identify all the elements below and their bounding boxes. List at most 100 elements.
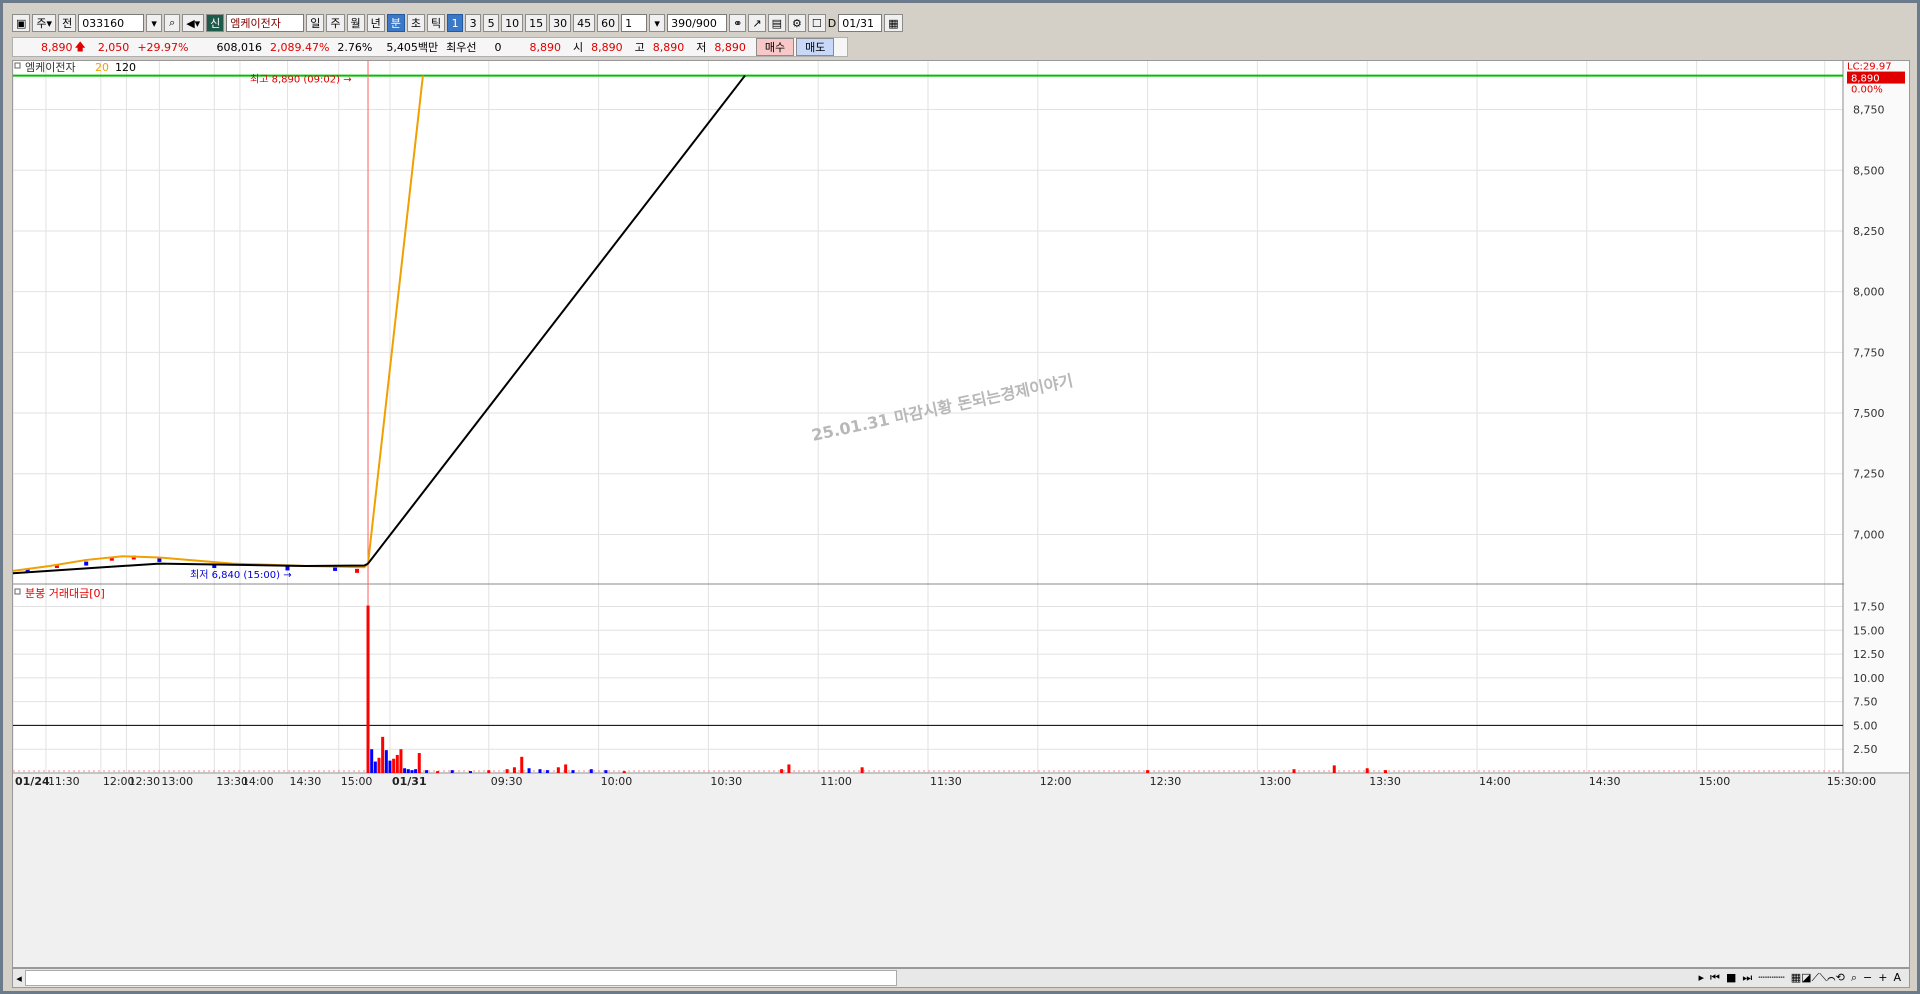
quote-low-label: 저 — [696, 41, 707, 54]
vol-panel-icon — [14, 588, 21, 595]
minute-30[interactable]: 30 — [549, 14, 572, 32]
stop-icon[interactable]: ■ — [1726, 971, 1736, 985]
quote-current: 8,890 — [529, 40, 561, 54]
minute-1[interactable]: 1 — [447, 14, 464, 32]
interval-input[interactable]: 1 — [621, 14, 648, 32]
vol-tick-6: 2.50 — [1853, 743, 1878, 756]
speaker-icon[interactable]: ◀▾ — [182, 14, 205, 32]
minute-3[interactable]: 3 — [465, 14, 482, 32]
play-icon[interactable]: ▸ — [1699, 971, 1705, 985]
vol-bar-38 — [1365, 768, 1369, 773]
vol-bar-17 — [450, 770, 454, 773]
scrollbar[interactable]: ◂ ▸ ⏮ ■ ⏭ ┄┄┄┄ ▦◪⟋⟍⌒⟲ ⌕ − + A — [12, 968, 1910, 988]
x-tick-11: 10:00 — [601, 775, 633, 788]
quote-change: 2,050 — [97, 40, 130, 54]
sell-button[interactable]: 매도 — [796, 38, 835, 56]
x-tick-17: 13:00 — [1259, 775, 1291, 788]
x-tick-8: 15:00 — [341, 775, 373, 788]
vol-bar-9 — [399, 749, 403, 773]
d-label: D — [827, 16, 837, 30]
range-total: /900 — [692, 16, 717, 30]
code-dropdown-icon[interactable]: ▾ — [146, 14, 163, 32]
font-icon[interactable]: A — [1893, 971, 1901, 985]
period-month[interactable]: 월 — [346, 14, 365, 32]
vol-bar-26 — [556, 767, 560, 773]
price-tick-1: 8,500 — [1853, 164, 1885, 177]
vol-tick-2: 12.50 — [1853, 648, 1885, 661]
period-day[interactable]: 일 — [306, 14, 325, 32]
draw-icon[interactable]: ↗ — [748, 14, 766, 32]
date-input[interactable]: 01/31 — [838, 14, 883, 32]
scroll-thumb[interactable] — [25, 970, 897, 986]
gear-icon[interactable]: ⚙ — [788, 14, 806, 32]
vol-bar-35 — [1146, 770, 1150, 773]
high-annotation: 최고 8,890 (09:02) → — [250, 74, 352, 86]
new-badge: 신 — [206, 14, 225, 32]
period-tick[interactable]: 틱 — [427, 14, 446, 32]
period-second[interactable]: 초 — [406, 14, 426, 32]
legend-ma20: 20 — [95, 61, 109, 74]
x-tick-7: 14:30 — [290, 775, 322, 788]
quote-high: 8,890 — [652, 40, 685, 54]
pct-tag: 0.00% — [1851, 85, 1883, 96]
series-line-20 — [12, 75, 424, 572]
quote-high-label: 고 — [634, 41, 645, 54]
vol-bar-31 — [622, 771, 626, 773]
minute-5[interactable]: 5 — [483, 14, 500, 32]
range-input[interactable]: 390/900 — [667, 14, 728, 32]
period-year[interactable]: 년 — [366, 14, 385, 32]
minute-10[interactable]: 10 — [501, 14, 524, 32]
tools-icon[interactable]: ▦◪⟋⟍⌒⟲ — [1791, 971, 1845, 985]
indicator-icon[interactable]: ⚭ — [729, 14, 747, 32]
full-button[interactable]: 전 — [58, 14, 77, 32]
vol-bar-36 — [1292, 769, 1296, 773]
vol-bar-23 — [527, 768, 531, 773]
minute-60[interactable]: 60 — [597, 14, 620, 32]
quote-open: 8,890 — [591, 40, 623, 54]
vol-bar-24 — [538, 769, 542, 773]
forward-icon[interactable]: ⏭ — [1742, 971, 1752, 985]
vol-bar-28 — [571, 770, 575, 773]
quote-best-label: 최우선 — [446, 41, 477, 54]
d-checkbox[interactable]: ☐ — [807, 14, 826, 32]
code-input[interactable]: 033160 — [78, 14, 145, 32]
vol-bar-32 — [780, 769, 784, 773]
ruler-icon[interactable]: ┄┄┄┄ — [1758, 971, 1785, 985]
x-tick-19: 14:00 — [1479, 775, 1511, 788]
up-arrow-icon: 🡅 — [74, 39, 86, 53]
quote-bar: 8,890 🡅 2,050 +29.97% 608,016 2,089.47% … — [12, 37, 848, 57]
legend-ma120: 120 — [115, 61, 136, 74]
vol-tick-0: 17.50 — [1853, 601, 1885, 614]
vol-bar-0 — [366, 605, 370, 773]
quote-turnover: 2.76% — [337, 40, 373, 54]
period-minute[interactable]: 분 — [386, 14, 405, 32]
candle-2 — [84, 561, 89, 566]
vol-bar-18 — [469, 771, 472, 773]
chart-svg[interactable]: 8,750 8,500 8,250 8,000 7,750 7,500 7,250 7,000… — [12, 61, 1909, 968]
buy-button[interactable]: 매수 — [755, 38, 795, 56]
minute-45[interactable]: 45 — [573, 14, 596, 32]
vol-bar-11 — [406, 769, 410, 773]
vol-bar-10 — [403, 768, 407, 773]
price-panel-icon — [14, 62, 21, 69]
vol-bar-5 — [384, 750, 388, 773]
zoom-in-icon[interactable]: + — [1878, 971, 1887, 985]
x-axis-bg — [13, 774, 1909, 968]
price-tick-2: 8,250 — [1853, 225, 1885, 238]
interval-dropdown-icon[interactable]: ▾ — [649, 14, 666, 32]
save-icon[interactable]: ▤ — [767, 14, 787, 32]
market-select[interactable]: 주 ▾ — [32, 14, 57, 32]
period-week[interactable]: 주 — [326, 14, 345, 32]
zoom-icon[interactable]: ⌕ — [1851, 971, 1857, 985]
layout-icon[interactable]: ▣ — [12, 14, 31, 32]
calendar-icon[interactable]: ▦ — [884, 14, 903, 32]
lc-label: LC:29.97 — [1847, 62, 1892, 73]
minute-15[interactable]: 15 — [525, 14, 548, 32]
scroll-left-icon[interactable]: ◂ — [13, 972, 25, 985]
price-tag: 8,890 — [1851, 74, 1880, 85]
zoom-out-icon[interactable]: − — [1863, 971, 1872, 985]
chart-area[interactable]: 8,750 8,500 8,250 8,000 7,750 7,500 7,250 7,000… — [12, 60, 1910, 968]
rewind-icon[interactable]: ⏮ — [1710, 971, 1720, 985]
search-icon[interactable]: ⌕ — [164, 14, 181, 32]
vol-bar-22 — [520, 756, 524, 773]
